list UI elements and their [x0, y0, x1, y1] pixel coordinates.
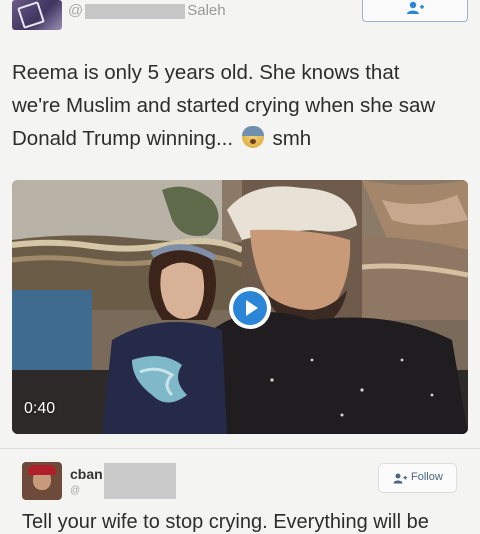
- play-icon-inner: [233, 291, 267, 325]
- reply-author-name[interactable]: cban: [70, 466, 103, 482]
- follow-button-top[interactable]: [362, 0, 468, 22]
- redacted-handle: [85, 3, 186, 19]
- reply-author-handle: @: [70, 485, 81, 496]
- author-name: Saleh: [187, 2, 226, 19]
- add-user-icon: [407, 1, 424, 14]
- reply-avatar-hat: [28, 465, 56, 475]
- reply-avatar[interactable]: [22, 462, 62, 500]
- follow-button[interactable]: Follow: [378, 463, 457, 493]
- reply-text: Tell your wife to stop crying. Everythin…: [22, 511, 429, 533]
- avatar-logo-icon: [17, 1, 45, 29]
- handle-at: @: [68, 2, 84, 19]
- tweet-text-main: Reema is only 5 years old. She knows tha…: [12, 61, 436, 150]
- follow-label: Follow: [411, 471, 443, 483]
- author-handle-row[interactable]: @ Saleh: [68, 2, 226, 19]
- divider: [0, 448, 480, 449]
- video-player[interactable]: 0:40: [12, 180, 468, 434]
- tweet-text: Reema is only 5 years old. She knows tha…: [12, 56, 452, 155]
- tweet-card: @ Saleh Reema is only 5 years old. She kn…: [0, 0, 480, 533]
- video-duration: 0:40: [24, 400, 56, 417]
- play-triangle: [246, 300, 258, 316]
- tweet-text-suffix: smh: [272, 127, 312, 150]
- add-user-icon: [393, 473, 407, 484]
- play-icon[interactable]: [229, 287, 271, 329]
- reply-redacted-name: [104, 463, 176, 499]
- fearful-face-icon: [241, 126, 264, 148]
- author-avatar[interactable]: [12, 0, 62, 30]
